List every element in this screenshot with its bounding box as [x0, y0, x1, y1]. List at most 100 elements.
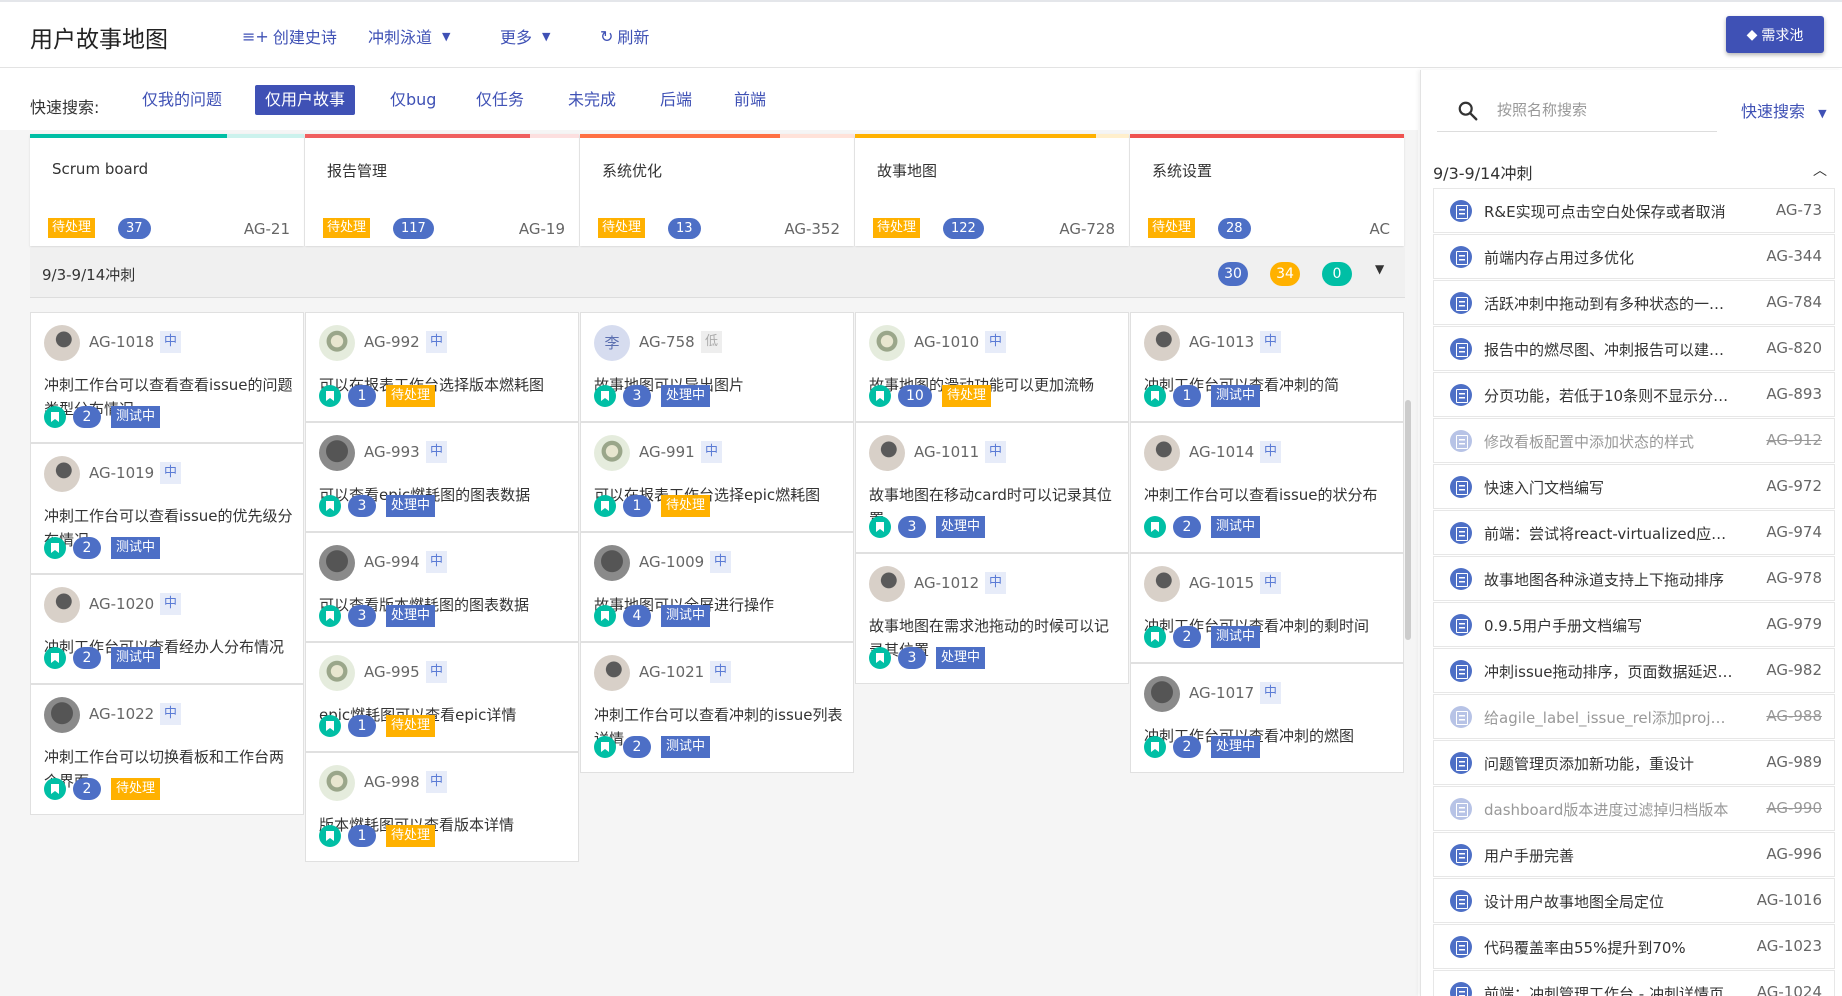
issue-key[interactable]: AG-1013: [1189, 333, 1254, 351]
collapse-caret-icon[interactable]: ▼: [1375, 262, 1384, 276]
quick-filter-frontend[interactable]: 前端: [724, 85, 776, 115]
story-type-icon: [594, 736, 616, 758]
create-epic-button[interactable]: ≡+ 创建史诗: [242, 24, 337, 48]
issue-key[interactable]: AG-1017: [1189, 684, 1254, 702]
epic-card[interactable]: Scrum board 待处理 37 AG-21: [30, 134, 304, 246]
backlog-item-title: 给agile_label_issue_rel添加project字段: [1484, 709, 1734, 727]
story-card[interactable]: AG-1012 中故事地图在需求池拖动的时候可以记录其位置 3 处理中: [855, 553, 1129, 684]
story-card[interactable]: AG-1018中冲刺工作台可以查看查看issue的问题类型分布情况2测试中: [30, 312, 304, 443]
story-card[interactable]: AG-994中可以查看版本燃耗图的图表数据3处理中: [305, 532, 579, 642]
story-map-board: Scrum board 待处理 37 AG-21 报告管理 待处理 117 AG-19 系统优化…: [0, 130, 1418, 996]
story-card[interactable]: AG-998中版本燃耗图可以查看版本详情1待处理: [305, 752, 579, 862]
create-epic-label: 创建史诗: [272, 28, 337, 47]
backlog-item[interactable]: 活跃冲刺中拖动到有多种状态的一列... AG-784: [1433, 280, 1835, 325]
issue-key[interactable]: AG-991: [639, 443, 695, 461]
story-card[interactable]: AG-1013中冲刺工作台可以查看冲刺的简1测试中: [1130, 312, 1404, 422]
story-type-icon: [869, 516, 891, 538]
issue-key[interactable]: AG-992: [364, 333, 420, 351]
epic-card[interactable]: 故事地图 待处理 122 AG-728: [855, 134, 1129, 246]
more-dropdown[interactable]: 更多 ▼: [500, 24, 550, 48]
avatar: [1144, 435, 1180, 471]
backlog-item[interactable]: 冲刺issue拖动排序，页面数据延迟问题 AG-982: [1433, 648, 1835, 693]
quick-filter-backend[interactable]: 后端: [650, 85, 702, 115]
story-card[interactable]: AG-1011中故事地图在移动card时可以记录其位置3处理中: [855, 422, 1129, 553]
story-type-icon: [44, 537, 66, 559]
refresh-button[interactable]: ↻ 刷新: [600, 24, 649, 48]
backlog-item-key: AG-988: [1766, 707, 1822, 725]
epic-card[interactable]: 系统优化 待处理 13 AG-352: [580, 134, 854, 246]
panel-sprint-header[interactable]: 9/3-9/14冲刺 ︿: [1433, 160, 1835, 188]
issue-key[interactable]: AG-1021: [639, 663, 704, 681]
backlog-item[interactable]: R&E实现可点击空白处保存或者取消 AG-73: [1433, 188, 1835, 233]
issue-key[interactable]: AG-1019: [89, 464, 154, 482]
issue-key[interactable]: AG-1020: [89, 595, 154, 613]
issue-key[interactable]: AG-758: [639, 333, 695, 351]
story-card[interactable]: AG-991中可以在报表工作台选择epic燃耗图1待处理: [580, 422, 854, 532]
backlog-item[interactable]: 故事地图各种泳道支持上下拖动排序 AG-978: [1433, 556, 1835, 601]
story-card[interactable]: AG-1010中故事地图的滑动功能可以更加流畅10待处理: [855, 312, 1129, 422]
quick-filter-user-stories[interactable]: 仅用户故事: [255, 85, 356, 115]
story-card[interactable]: AG-1014 中冲刺工作台可以查看issue的状分布 2 测试中: [1130, 422, 1404, 553]
status-badge: 处理中: [661, 385, 711, 407]
issue-key[interactable]: AG-998: [364, 773, 420, 791]
issue-key[interactable]: AG-1010: [914, 333, 979, 351]
sprint-swimlane-header[interactable]: 9/3-9/14冲刺 30 34 0 ▼: [30, 248, 1405, 298]
epic-card[interactable]: 系统设置 待处理 28 AC: [1130, 134, 1404, 246]
epic-card[interactable]: 报告管理 待处理 117 AG-19: [305, 134, 579, 246]
backlog-item[interactable]: 前端内存占用过多优化 AG-344: [1433, 234, 1835, 279]
story-points: 2: [73, 537, 101, 559]
quick-filter-tasks[interactable]: 仅任务: [466, 85, 534, 115]
story-card[interactable]: AG-1019 中冲刺工作台可以查看issue的优先级分布情况 2 测试中: [30, 443, 304, 574]
issue-key[interactable]: AG-994: [364, 553, 420, 571]
story-card[interactable]: AG-1022 中冲刺工作台可以切换看板和工作台两个界面 2 待处理: [30, 684, 304, 815]
backlog-item[interactable]: 设计用户故事地图全局定位 AG-1016: [1433, 878, 1835, 923]
issue-key[interactable]: AG-1018: [89, 333, 154, 351]
backlog-item-title: 前端：尝试将react-virtualized应用到...: [1484, 525, 1734, 543]
search-input[interactable]: [1497, 98, 1707, 122]
story-card[interactable]: AG-1015中冲刺工作台可以查看冲刺的剩时间2测试中: [1130, 553, 1404, 663]
backlog-item[interactable]: 代码覆盖率由55%提升到70% AG-1023: [1433, 924, 1835, 969]
backlog-item[interactable]: 给agile_label_issue_rel添加project字段 AG-988: [1433, 694, 1835, 739]
backlog-item[interactable]: 0.9.5用户手册文档编写 AG-979: [1433, 602, 1835, 647]
backlog-item[interactable]: 修改看板配置中添加状态的样式 AG-912: [1433, 418, 1835, 463]
backlog-item[interactable]: dashboard版本进度过滤掉归档版本 AG-990: [1433, 786, 1835, 831]
story-card[interactable]: 李AG-758低故事地图可以导出图片3处理中: [580, 312, 854, 422]
issue-key[interactable]: AG-993: [364, 443, 420, 461]
backlog-item[interactable]: 快速入门文档编写 AG-972: [1433, 464, 1835, 509]
priority-badge: 中: [426, 771, 448, 793]
backlog-item[interactable]: 用户手册完善 AG-996: [1433, 832, 1835, 877]
story-card[interactable]: AG-1021中冲刺工作台可以查看冲刺的issue列表详情2测试中: [580, 642, 854, 773]
backlog-item[interactable]: 报告中的燃尽图、冲刺报告可以建立... AG-820: [1433, 326, 1835, 371]
swimlane-dropdown[interactable]: 冲刺泳道 ▼: [368, 24, 450, 48]
story-icon: [1450, 890, 1472, 912]
story-card[interactable]: AG-1009中故事地图可以全屏进行操作4测试中: [580, 532, 854, 642]
issue-key[interactable]: AG-1022: [89, 705, 154, 723]
backlog-item[interactable]: 前端：尝试将react-virtualized应用到... AG-974: [1433, 510, 1835, 555]
backlog-item[interactable]: 问题管理页添加新功能，重设计 AG-989: [1433, 740, 1835, 785]
story-card[interactable]: AG-995中epic燃耗图可以查看epic详情1待处理: [305, 642, 579, 752]
issue-key[interactable]: AG-1009: [639, 553, 704, 571]
issue-key[interactable]: AG-1014: [1189, 443, 1254, 461]
panel-quick-search-dropdown[interactable]: 快速搜索 ▼: [1741, 98, 1827, 122]
issue-key[interactable]: AG-1012: [914, 574, 979, 592]
sprint-count-done: 0: [1322, 262, 1352, 286]
issue-key[interactable]: AG-995: [364, 663, 420, 681]
backlog-item[interactable]: 前端：冲刺管理工作台 - 冲刺详情页 AG-1024: [1433, 970, 1835, 996]
quick-filter-my-issues[interactable]: 仅我的问题: [132, 85, 232, 115]
requirements-pool-button[interactable]: ◆ 需求池: [1726, 16, 1824, 53]
backlog-item-title: 前端内存占用过多优化: [1484, 249, 1635, 267]
board-scrollbar[interactable]: [1405, 300, 1413, 990]
backlog-item[interactable]: 分页功能，若低于10条则不显示分页... AG-893: [1433, 372, 1835, 417]
story-points: 2: [1173, 626, 1201, 648]
backlog-item-key: AG-820: [1766, 339, 1822, 357]
story-card[interactable]: AG-1017中冲刺工作台可以查看冲刺的燃图2处理中: [1130, 663, 1404, 773]
quick-filter-bugs[interactable]: 仅bug: [380, 85, 446, 115]
story-card[interactable]: AG-1020 中冲刺工作台可以查看经办人分布情况 2 测试中: [30, 574, 304, 684]
epic-status: 待处理: [873, 218, 921, 238]
scrollbar-thumb[interactable]: [1405, 400, 1411, 640]
issue-key[interactable]: AG-1015: [1189, 574, 1254, 592]
quick-filter-unfinished[interactable]: 未完成: [558, 85, 626, 115]
issue-key[interactable]: AG-1011: [914, 443, 979, 461]
story-card[interactable]: AG-993中可以查看epic燃耗图的图表数据3处理中: [305, 422, 579, 532]
story-card[interactable]: AG-992中可以在报表工作台选择版本燃耗图1待处理: [305, 312, 579, 422]
